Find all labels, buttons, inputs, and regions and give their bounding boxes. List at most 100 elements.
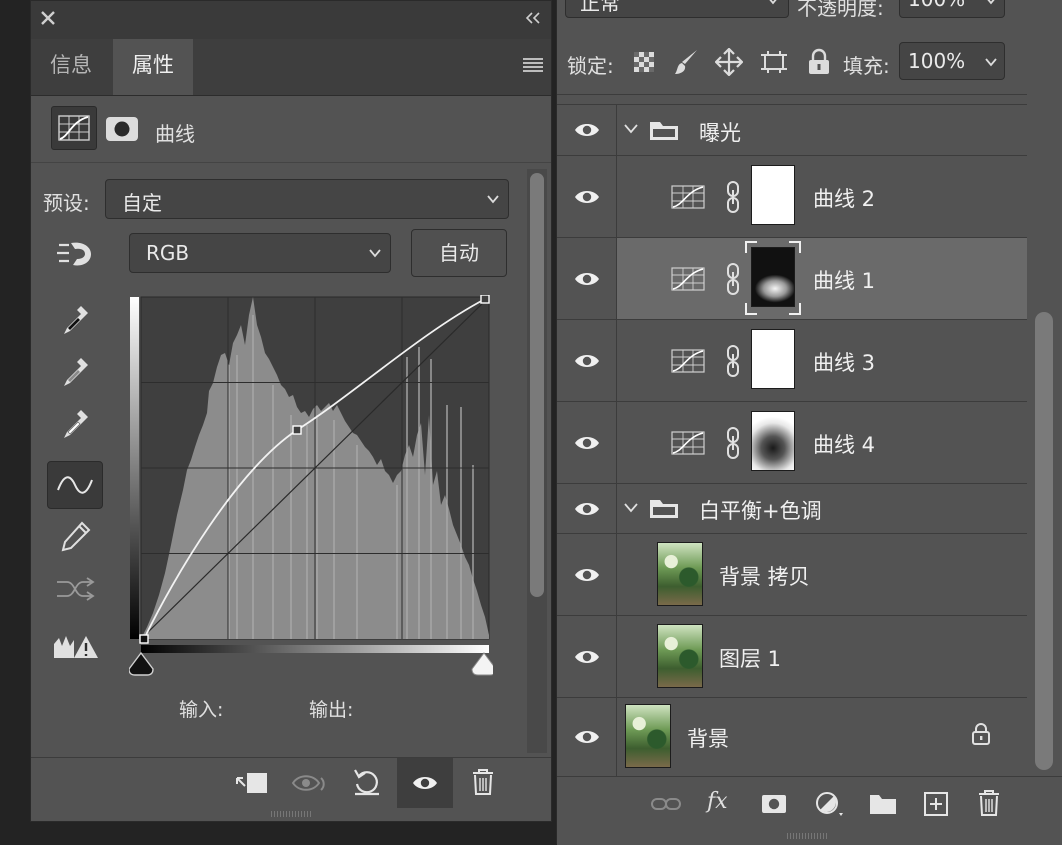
lock-position-icon[interactable] (715, 48, 743, 76)
sample-black-point-icon[interactable] (47, 297, 103, 345)
clipping-warning-icon[interactable] (47, 623, 103, 671)
chevron-down-icon (486, 192, 500, 206)
visibility-toggle[interactable] (557, 698, 617, 776)
layer-thumbnail[interactable] (657, 624, 703, 688)
layer-name[interactable]: 曝光 (699, 117, 741, 147)
view-previous-state-icon[interactable] (291, 770, 329, 796)
lock-icon (971, 722, 991, 746)
smooth-curve-icon (47, 565, 103, 613)
layer-thumbnail[interactable] (625, 704, 671, 768)
panel-menu-icon[interactable] (523, 57, 543, 73)
close-icon[interactable] (39, 9, 57, 27)
layer-row[interactable]: 曲线 4 (557, 402, 1027, 484)
targeted-adjustment-icon[interactable] (55, 237, 95, 271)
scrollbar-thumb[interactable] (530, 173, 544, 597)
scrollbar-thumb[interactable] (1035, 312, 1053, 770)
link-icon[interactable] (725, 344, 741, 378)
visibility-toggle[interactable] (557, 156, 617, 237)
channel-select[interactable]: RGB (129, 233, 391, 273)
preset-value: 自定 (122, 191, 162, 215)
pencil-icon[interactable] (47, 513, 103, 561)
delete-icon[interactable] (471, 768, 495, 796)
properties-titlebar (31, 1, 551, 39)
new-group-icon[interactable] (869, 793, 897, 815)
layer-group-row[interactable]: 白平衡+色调 (557, 484, 1027, 534)
adjustment-title: 曲线 (155, 122, 195, 146)
layer-name[interactable]: 白平衡+色调 (699, 495, 822, 525)
lock-artboard-icon[interactable] (759, 48, 789, 76)
layers-scrollbar[interactable] (1029, 94, 1062, 774)
layer-mask-thumbnail[interactable] (751, 165, 795, 225)
layer-row[interactable]: 曲线 3 (557, 320, 1027, 402)
layer-row[interactable]: 背景 拷贝 (557, 534, 1027, 616)
layer-name[interactable]: 背景 拷贝 (719, 561, 810, 591)
new-layer-icon[interactable] (923, 791, 949, 817)
sample-gray-point-icon[interactable] (47, 349, 103, 397)
layer-name[interactable]: 背景 (687, 723, 729, 753)
properties-panel: 信息 属性 曲线 预设: 自定 RGB 自动 输入: 输出: (30, 0, 552, 822)
visibility-toggle[interactable] (557, 320, 617, 401)
visibility-toggle[interactable] (557, 238, 617, 319)
curves-layer-icon (671, 267, 705, 291)
delete-layer-icon[interactable] (977, 789, 1001, 817)
sample-white-point-icon[interactable] (47, 401, 103, 449)
layer-thumbnail[interactable] (657, 542, 703, 606)
layer-name[interactable]: 曲线 4 (813, 429, 875, 459)
lock-image-pixels-icon[interactable] (673, 48, 699, 76)
reset-icon[interactable] (351, 768, 383, 796)
blend-mode-select[interactable]: 正常 (565, 0, 789, 18)
resize-grip[interactable] (787, 833, 827, 839)
curves-adjustment-icon[interactable] (51, 106, 97, 150)
edit-points-curve-icon[interactable] (47, 461, 103, 509)
toggle-visibility-button[interactable] (397, 758, 453, 808)
folder-icon (649, 497, 679, 519)
visibility-toggle[interactable] (557, 105, 617, 155)
visibility-toggle[interactable] (557, 402, 617, 483)
layer-row[interactable]: 背景 (557, 698, 1027, 776)
layer-mask-thumbnail[interactable] (751, 329, 795, 389)
chevron-down-icon (368, 246, 382, 260)
layer-row[interactable]: 曲线 2 (557, 156, 1027, 238)
opacity-value: 100% (908, 0, 965, 11)
tab-info[interactable]: 信息 (31, 39, 111, 95)
fill-field[interactable]: 100% (899, 42, 1005, 80)
chevron-down-icon[interactable] (623, 123, 639, 135)
auto-button[interactable]: 自动 (411, 229, 507, 277)
channel-value: RGB (146, 241, 190, 265)
opacity-field[interactable]: 100% (899, 0, 1005, 18)
add-mask-icon[interactable] (761, 793, 787, 815)
properties-scrollbar[interactable] (527, 169, 547, 753)
clip-to-layer-icon[interactable] (233, 770, 271, 796)
layer-name[interactable]: 图层 1 (719, 643, 781, 673)
preset-select[interactable]: 自定 (105, 179, 509, 219)
visibility-toggle[interactable] (557, 534, 617, 615)
layer-row-selected[interactable]: 曲线 1 (557, 238, 1027, 320)
preset-label: 预设: (43, 191, 90, 215)
layer-row[interactable]: 图层 1 (557, 616, 1027, 698)
visibility-toggle[interactable] (557, 484, 617, 533)
layer-name[interactable]: 曲线 2 (813, 183, 875, 213)
link-layers-icon[interactable] (651, 795, 681, 813)
output-label: 输出: (309, 699, 354, 721)
adjustment-layer-icon[interactable] (815, 791, 845, 817)
chevron-down-icon (984, 55, 998, 69)
link-icon[interactable] (725, 426, 741, 460)
tab-properties[interactable]: 属性 (113, 39, 193, 95)
curves-graph[interactable] (129, 295, 493, 679)
layer-group-row[interactable]: 曝光 (557, 104, 1027, 156)
resize-grip[interactable] (271, 811, 311, 817)
layer-name[interactable]: 曲线 1 (813, 265, 875, 295)
layer-mask-thumbnail[interactable] (751, 411, 795, 471)
layer-name[interactable]: 曲线 3 (813, 347, 875, 377)
link-icon[interactable] (725, 262, 741, 296)
layers-footer: fx (557, 776, 1062, 845)
layer-style-icon[interactable]: fx (707, 789, 728, 814)
lock-transparent-pixels-icon[interactable] (633, 51, 655, 73)
layer-mask-icon[interactable] (105, 116, 139, 142)
lock-all-icon[interactable] (807, 48, 831, 76)
chevron-down-icon[interactable] (623, 502, 639, 514)
collapse-icon[interactable] (525, 11, 541, 25)
visibility-toggle[interactable] (557, 616, 617, 697)
link-icon[interactable] (725, 180, 741, 214)
lock-label: 锁定: (567, 54, 614, 78)
